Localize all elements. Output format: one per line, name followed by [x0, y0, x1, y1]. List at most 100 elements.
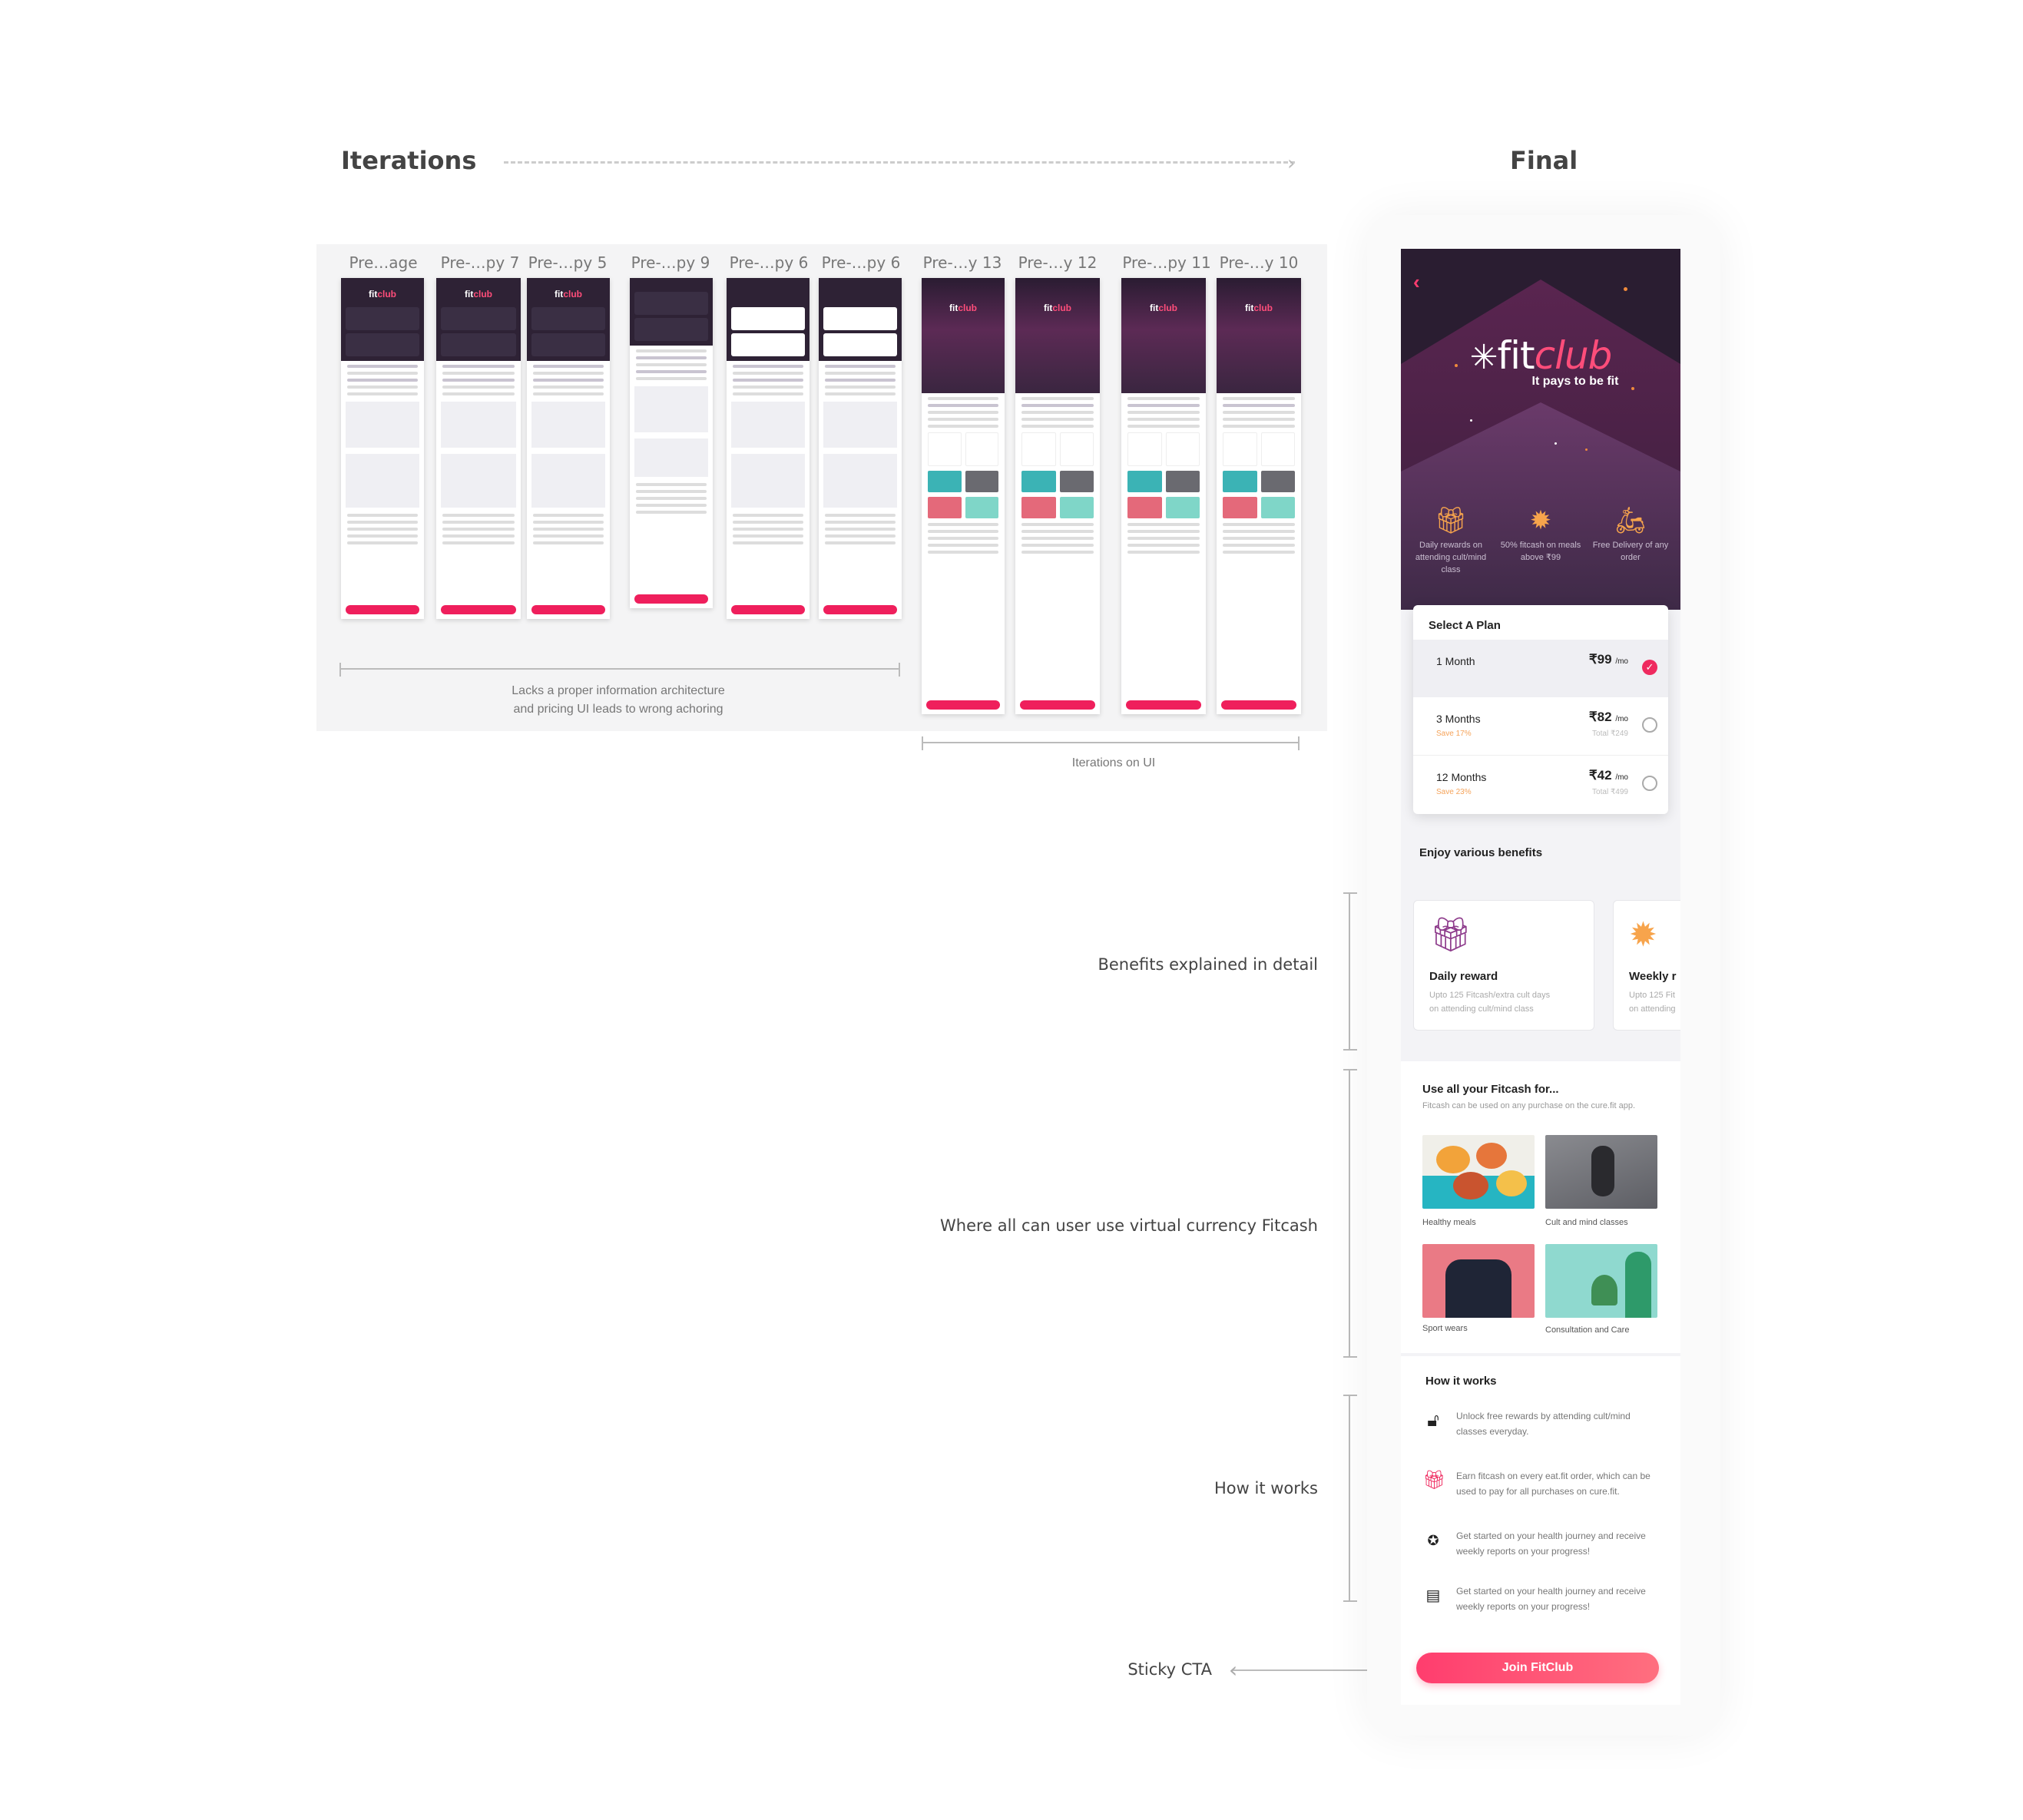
- iteration-thumbnail[interactable]: fitclub: [436, 278, 521, 619]
- iteration-thumbnail[interactable]: fitclub: [1121, 278, 1206, 714]
- benefit-card-daily[interactable]: 🎁︎ Daily reward Upto 125 Fitcash/extra c…: [1413, 900, 1594, 1031]
- plan-total: Total ₹249: [1592, 730, 1628, 738]
- plan-save: Save 17%: [1436, 730, 1472, 738]
- badge-icon: ✹: [1629, 916, 1657, 954]
- logo-symbol-icon: ✳: [1469, 338, 1498, 377]
- fitcash-title: Use all your Fitcash for...: [1422, 1083, 1559, 1096]
- iterations-heading: Iterations: [341, 146, 477, 175]
- arrow-right-icon: ›: [1287, 152, 1296, 175]
- checkmark-icon[interactable]: ✓: [1642, 660, 1657, 675]
- report-icon: ▤: [1425, 1587, 1441, 1604]
- benefit-desc: Upto 125 Fitcash/extra cult days on atten…: [1429, 988, 1550, 1016]
- iteration-thumbnail[interactable]: [727, 278, 810, 619]
- bracket-how: [1343, 1395, 1357, 1602]
- cult-classes-image[interactable]: [1545, 1135, 1657, 1209]
- discount-badge-icon: ✪: [1427, 1533, 1439, 1548]
- label-cta: Sticky CTA: [1127, 1660, 1212, 1679]
- plan-name: 3 Months: [1436, 713, 1481, 725]
- price-value: ₹42: [1588, 768, 1612, 783]
- radio-button[interactable]: [1642, 717, 1657, 733]
- consultation-image[interactable]: [1545, 1244, 1657, 1318]
- plan-save: Save 23%: [1436, 788, 1472, 796]
- iteration-thumbnail[interactable]: fitclub: [527, 278, 610, 619]
- price-unit: /mo: [1615, 773, 1628, 782]
- back-chevron-icon[interactable]: ‹: [1413, 270, 1420, 294]
- label-benefits: Benefits explained in detail: [1098, 955, 1318, 974]
- plan-name: 1 Month: [1436, 655, 1475, 667]
- healthy-meals-image[interactable]: [1422, 1135, 1535, 1209]
- iteration-thumbnail[interactable]: fitclub: [341, 278, 424, 619]
- star-decoration: [1470, 419, 1472, 422]
- brand-club: club: [1534, 333, 1613, 378]
- tile-label: Consultation and Care: [1545, 1325, 1630, 1335]
- plan-price: ₹82 /mo: [1589, 710, 1628, 725]
- final-heading: Final: [1510, 146, 1578, 175]
- plan-price: ₹42 /mo: [1589, 768, 1628, 783]
- benefit-desc: Upto 125 Fit on attending: [1629, 988, 1676, 1016]
- benefit-desc-line: Upto 125 Fit: [1629, 991, 1675, 1000]
- iteration-thumbnail[interactable]: fitclub: [1015, 278, 1100, 714]
- star-decoration: [1624, 287, 1627, 291]
- fitcash-subtitle: Fitcash can be used on any purchase on t…: [1422, 1101, 1636, 1110]
- price-value: ₹99: [1588, 652, 1612, 667]
- plan-title: Select A Plan: [1429, 619, 1501, 632]
- thumb-label: Pre-…py 6: [729, 253, 809, 272]
- gift-icon: 🎁︎: [1429, 916, 1472, 954]
- iteration-thumbnail[interactable]: [819, 278, 902, 619]
- radio-button[interactable]: [1642, 776, 1657, 791]
- iteration-thumbnail[interactable]: [630, 278, 713, 608]
- timeline-dashed-line: [504, 161, 1295, 164]
- bracket-ia: [339, 663, 900, 677]
- benefit-desc-line: on attending cult/mind class: [1429, 1004, 1534, 1014]
- arrow-left-icon: ‹: [1229, 1657, 1238, 1683]
- tile-label: Cult and mind classes: [1545, 1218, 1628, 1227]
- bracket-benefits: [1343, 892, 1357, 1051]
- join-fitclub-button[interactable]: Join FitClub: [1416, 1653, 1659, 1683]
- plan-price: ₹99 /mo: [1589, 652, 1628, 667]
- feature-text: Daily rewards on attending cult/mind cla…: [1415, 541, 1487, 574]
- thumb-label: Pre-…py 5: [528, 253, 608, 272]
- feature-delivery: 🛵︎ Free Delivery of any order: [1588, 502, 1673, 564]
- benefit-card-weekly[interactable]: ✹ Weekly r Upto 125 Fit on attending: [1613, 900, 1680, 1031]
- iteration-thumbnail[interactable]: fitclub: [1217, 278, 1301, 714]
- gift-icon: 🎁︎: [1434, 506, 1468, 535]
- thumb-label: Pre-…y 13: [922, 253, 1002, 272]
- iteration-thumbnail[interactable]: fitclub: [922, 278, 1005, 714]
- star-decoration: [1554, 442, 1557, 445]
- benefit-title: Weekly r: [1629, 970, 1677, 983]
- scooter-icon: 🛵︎: [1614, 506, 1647, 535]
- tile-label: Sport wears: [1422, 1324, 1468, 1333]
- caption-ia-line1: Lacks a proper information architecture: [512, 684, 725, 697]
- price-value: ₹82: [1588, 710, 1612, 724]
- plan-option-3-months[interactable]: 3 Months Save 17% ₹82 /mo Total ₹249: [1413, 697, 1668, 755]
- plan-name: 12 Months: [1436, 771, 1487, 783]
- bracket-fitcash: [1343, 1069, 1357, 1358]
- plan-selector: Select A Plan 1 Month ₹99 /mo ✓ 3 Months…: [1413, 605, 1668, 814]
- price-unit: /mo: [1615, 657, 1628, 666]
- feature-fitcash: ✹ 50% fitcash on meals above ₹99: [1498, 502, 1583, 564]
- plan-option-12-months[interactable]: 12 Months Save 23% ₹42 /mo Total ₹499: [1413, 755, 1668, 812]
- how-text: Unlock free rewards by attending cult/mi…: [1456, 1411, 1631, 1437]
- thumb-label: Pre…age: [349, 253, 418, 272]
- fitclub-logo: ✳fitclub It pays to be fit: [1401, 333, 1680, 389]
- canvas: Iterations › Final Pre…age Pre-…py 7 Pre…: [0, 0, 2023, 1820]
- label-fitcash: Where all can user use virtual currency …: [940, 1216, 1318, 1235]
- plan-total: Total ₹499: [1592, 788, 1628, 796]
- how-text: Get started on your health journey and r…: [1456, 1530, 1646, 1557]
- how-text: Earn fitcash on every eat.fit order, whi…: [1456, 1471, 1651, 1497]
- feature-text: 50% fitcash on meals above ₹99: [1500, 541, 1581, 562]
- benefit-desc-line: on attending: [1629, 1004, 1676, 1014]
- thumb-label: Pre-…py 9: [631, 253, 710, 272]
- caption-ui: Iterations on UI: [1071, 756, 1156, 769]
- benefit-title: Daily reward: [1429, 970, 1498, 983]
- thumb-label: Pre-…y 10: [1219, 253, 1299, 272]
- thumb-label: Pre-…py 6: [821, 253, 901, 272]
- tagline: It pays to be fit: [1531, 375, 1619, 388]
- feature-text: Free Delivery of any order: [1592, 541, 1669, 562]
- price-unit: /mo: [1615, 715, 1628, 723]
- sport-wears-image[interactable]: [1422, 1244, 1535, 1318]
- how-text: Get started on your health journey and r…: [1456, 1586, 1646, 1612]
- plan-option-1-month[interactable]: 1 Month ₹99 /mo ✓: [1413, 640, 1668, 697]
- caption-ia: Lacks a proper information architecture …: [430, 682, 806, 719]
- thumb-label: Pre-…py 7: [440, 253, 520, 272]
